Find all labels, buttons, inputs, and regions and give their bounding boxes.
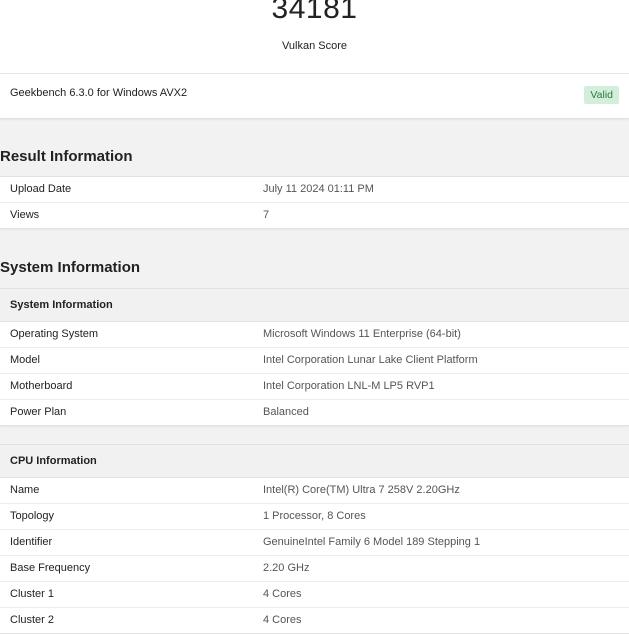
row-value-upload-date: July 11 2024 01:11 PM (263, 183, 374, 195)
row-label-topology: Topology (10, 510, 55, 522)
row-value-views: 7 (263, 209, 270, 221)
row-label-views: Views (10, 209, 40, 221)
table-row: Motherboard Intel Corporation LNL-M LP5 … (0, 374, 629, 400)
row-label-identifier: Identifier (10, 536, 53, 548)
row-value-name: Intel(R) Core(TM) Ultra 7 258V 2.20GHz (263, 484, 460, 496)
row-value-model: Intel Corporation Lunar Lake Client Plat… (263, 354, 478, 366)
table-row: Operating System Microsoft Windows 11 En… (0, 322, 629, 348)
result-information-heading: Result Information (0, 148, 133, 165)
row-value-identifier: GenuineIntel Family 6 Model 189 Stepping… (263, 536, 481, 548)
vulkan-score-value: 34181 (271, 0, 358, 25)
row-value-power-plan: Balanced (263, 406, 309, 418)
system-information-card: System Information Operating System Micr… (0, 288, 629, 426)
row-label-upload-date: Upload Date (10, 183, 72, 195)
table-row: Identifier GenuineIntel Family 6 Model 1… (0, 530, 629, 556)
table-row: Topology 1 Processor, 8 Cores (0, 504, 629, 530)
table-row: Cluster 1 4 Cores (0, 582, 629, 608)
divider (0, 73, 629, 74)
system-information-card-title: System Information (0, 289, 629, 322)
row-label-power-plan: Power Plan (10, 406, 67, 418)
row-label-operating-system: Operating System (10, 328, 99, 340)
row-label-name: Name (10, 484, 40, 496)
table-row: Cluster 2 4 Cores (0, 608, 629, 633)
table-row: Model Intel Corporation Lunar Lake Clien… (0, 348, 629, 374)
system-information-heading: System Information (0, 259, 141, 276)
table-row: Upload Date July 11 2024 01:11 PM (0, 177, 629, 203)
row-value-topology: 1 Processor, 8 Cores (263, 510, 366, 522)
row-label-cluster-2: Cluster 2 (10, 614, 55, 626)
row-label-model: Model (10, 354, 40, 366)
cpu-information-card-title: CPU Information (0, 445, 629, 478)
result-information-card: Upload Date July 11 2024 01:11 PM Views … (0, 176, 629, 229)
table-row: Power Plan Balanced (0, 400, 629, 425)
table-row: Base Frequency 2.20 GHz (0, 556, 629, 582)
row-value-operating-system: Microsoft Windows 11 Enterprise (64-bit) (263, 328, 461, 340)
table-row: Name Intel(R) Core(TM) Ultra 7 258V 2.20… (0, 478, 629, 504)
row-value-motherboard: Intel Corporation LNL-M LP5 RVP1 (263, 380, 435, 392)
cpu-information-card: CPU Information Name Intel(R) Core(TM) U… (0, 444, 629, 634)
vulkan-score-label: Vulkan Score (281, 40, 348, 52)
row-label-motherboard: Motherboard (10, 380, 73, 392)
table-row: Views 7 (0, 203, 629, 228)
row-value-cluster-2: 4 Cores (263, 614, 302, 626)
valid-status-badge: Valid (584, 86, 619, 104)
row-value-cluster-1: 4 Cores (263, 588, 302, 600)
benchmark-version: Geekbench 6.3.0 for Windows AVX2 (10, 87, 188, 99)
row-label-base-frequency: Base Frequency (10, 562, 91, 574)
row-value-base-frequency: 2.20 GHz (263, 562, 310, 574)
row-label-cluster-1: Cluster 1 (10, 588, 55, 600)
score-card: 34181 Vulkan Score Geekbench 6.3.0 for W… (0, 0, 629, 119)
